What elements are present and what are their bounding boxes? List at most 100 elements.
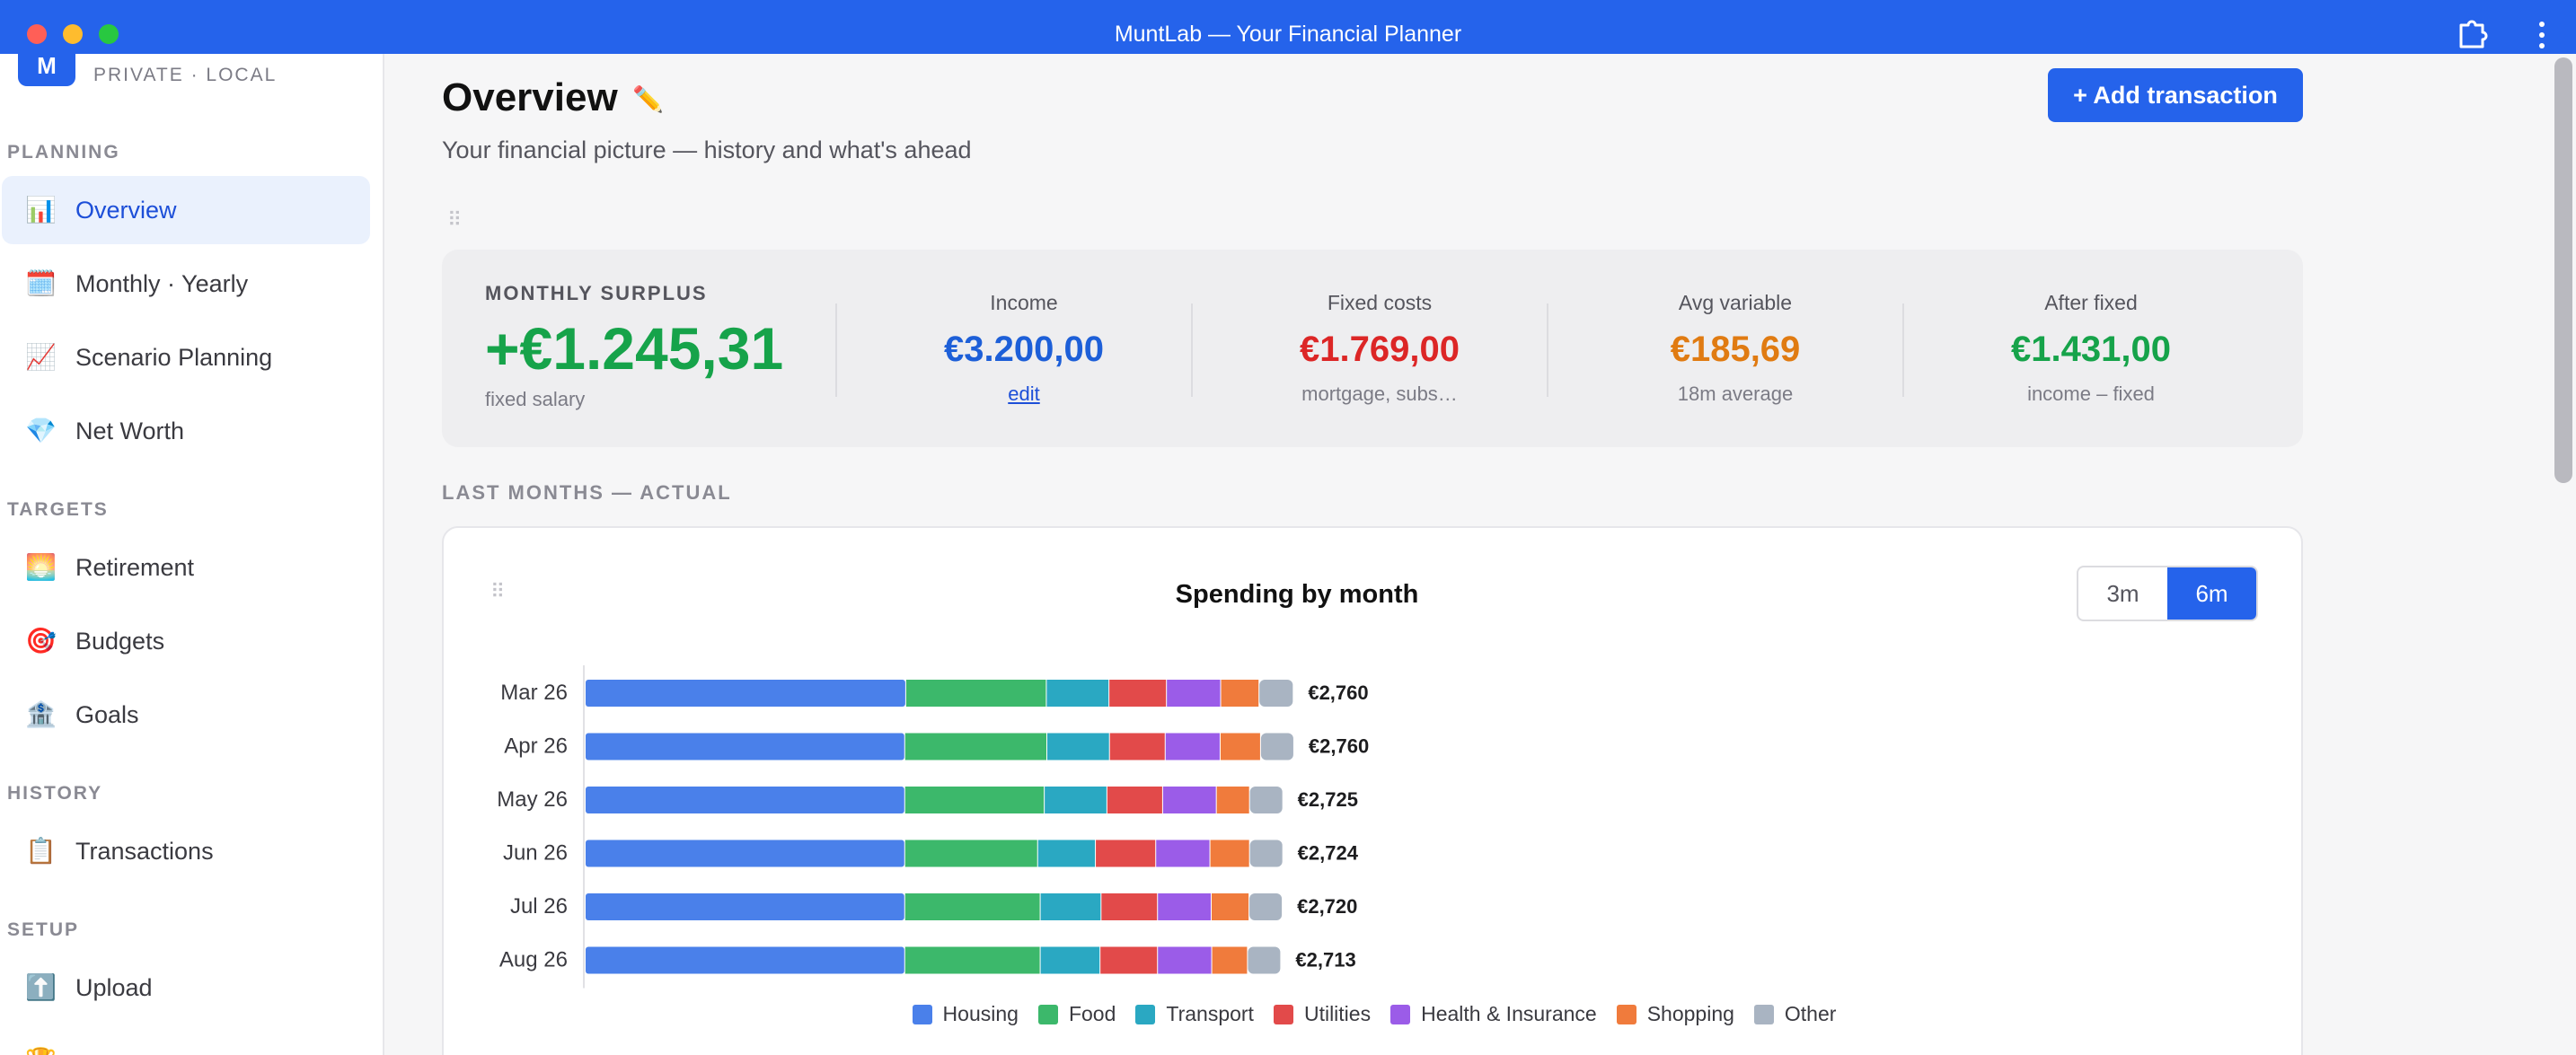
bar-segment: [1040, 893, 1101, 920]
edit-income-link[interactable]: edit: [846, 382, 1202, 406]
fixed-costs-value: €1.769,00: [1300, 330, 1460, 369]
legend-label: Utilities: [1303, 1002, 1372, 1025]
legend-swatch: [1390, 1004, 1411, 1024]
sidebar: M PRIVATE · LOCAL PLANNING 📊 Overview 🗓️…: [0, 54, 384, 1055]
add-transaction-button[interactable]: + Add transaction: [2048, 68, 2303, 122]
legend-item: Shopping: [1616, 1002, 1734, 1026]
app-logo: M: [18, 54, 75, 86]
y-tick-label: Aug 26: [499, 948, 568, 972]
page-subtitle: Your financial picture — history and wha…: [442, 136, 972, 163]
legend-label: Housing: [942, 1002, 1019, 1025]
summary-fixed-costs: Fixed costs €1.769,00 mortgage, subs…: [1202, 291, 1557, 406]
sidebar-item-partial[interactable]: 🏆: [2, 1027, 370, 1055]
range-toggle: 3m 6m: [2077, 566, 2258, 621]
bar-segment: [1249, 893, 1283, 920]
divider: [1547, 303, 1548, 397]
after-fixed-value: €1.431,00: [2011, 330, 2171, 369]
after-fixed-note: income – fixed: [2027, 382, 2155, 405]
bar-total-label: €2,720: [1297, 895, 1357, 918]
scrollbar-thumb[interactable]: [2554, 57, 2572, 483]
extension-icon[interactable]: [2456, 18, 2488, 50]
bar-segment: [904, 893, 1040, 920]
bar-segment: [1045, 787, 1107, 813]
section-label-setup: SETUP: [7, 919, 80, 940]
divider: [835, 303, 837, 397]
bar-segment: [1260, 733, 1293, 760]
section-label-history: HISTORY: [7, 783, 103, 804]
sidebar-item-net-worth[interactable]: 💎 Net Worth: [2, 397, 370, 465]
sunrise-icon: 🌅: [25, 553, 57, 581]
y-tick-label: Jun 26: [503, 841, 568, 866]
bar-segment: [1221, 680, 1259, 707]
income-value: €3.200,00: [944, 330, 1104, 369]
bar-segment: [905, 680, 1046, 707]
range-3m-button[interactable]: 3m: [2078, 567, 2167, 620]
section-label-planning: PLANNING: [7, 142, 120, 163]
drag-handle-icon[interactable]: ⠿: [447, 208, 462, 232]
sidebar-item-retirement[interactable]: 🌅 Retirement: [2, 533, 370, 602]
bar-segment: [1107, 787, 1162, 813]
sidebar-item-label: Retirement: [75, 553, 195, 581]
legend-item: Transport: [1135, 1002, 1254, 1026]
income-label: Income: [990, 291, 1058, 314]
summary-avg-variable: Avg variable €185,69 18m average: [1557, 291, 1913, 406]
bar-segment: [1040, 946, 1100, 974]
bar-segment: [1259, 680, 1293, 707]
legend-swatch: [1753, 1004, 1774, 1024]
surplus-value: +€1.245,31: [485, 315, 784, 382]
trophy-icon: 🏆: [25, 1047, 57, 1055]
bank-icon: 🏦: [25, 700, 57, 728]
bar-segment: [904, 787, 1045, 813]
y-tick-label: Mar 26: [500, 681, 568, 705]
clipboard-icon: 📋: [25, 837, 57, 865]
bar-total-label: €2,760: [1309, 735, 1369, 758]
legend-label: Shopping: [1646, 1002, 1734, 1025]
spending-chart-card: Mar 26 €2,760 Apr 26 €2,760 May 26 €2,725 Jun …: [442, 526, 2303, 1055]
legend-label: Transport: [1166, 1002, 1254, 1025]
chart-title: Spending by month: [1175, 580, 1419, 609]
summary-panel: MONTHLY SURPLUS +€1.245,31 fixed salary …: [442, 250, 2303, 447]
bar-segment: [1046, 680, 1109, 707]
sidebar-item-budgets[interactable]: 🎯 Budgets: [2, 607, 370, 675]
sidebar-item-upload[interactable]: ⬆️ Upload: [2, 954, 370, 1022]
legend-swatch: [1135, 1004, 1156, 1024]
legend-swatch: [1616, 1004, 1636, 1024]
bar-segment: [904, 840, 1037, 867]
bar-segment: [1167, 680, 1221, 707]
bar-segment: [586, 787, 904, 813]
legend-swatch: [1037, 1004, 1058, 1024]
bar-chart-icon: 📊: [25, 196, 57, 224]
legend-label: Health & Insurance: [1421, 1002, 1597, 1025]
target-icon: 🎯: [25, 627, 57, 655]
sidebar-item-overview[interactable]: 📊 Overview: [2, 176, 370, 244]
legend-item: Utilities: [1273, 1002, 1372, 1026]
bar-segment: [1211, 893, 1249, 920]
sidebar-item-label: Net Worth: [75, 417, 185, 444]
bar-segment: [904, 733, 1046, 760]
bar-segment: [1109, 733, 1165, 760]
more-menu-icon[interactable]: [2533, 20, 2551, 50]
bar-segment: [1249, 840, 1283, 867]
range-6m-button[interactable]: 6m: [2167, 567, 2256, 620]
y-tick-label: Apr 26: [504, 734, 568, 759]
bar-segment: [1165, 733, 1220, 760]
sidebar-item-label: Scenario Planning: [75, 343, 273, 371]
main-content: Overview ✏️ Your financial picture — his…: [386, 54, 2551, 1055]
section-label-targets: TARGETS: [7, 499, 109, 520]
bar-segment: [1220, 733, 1260, 760]
bar-segment: [1249, 787, 1283, 813]
fixed-costs-note: mortgage, subs…: [1301, 382, 1458, 405]
bar-segment: [904, 946, 1040, 974]
sidebar-item-scenario-planning[interactable]: 📈 Scenario Planning: [2, 323, 370, 391]
brand-subtitle: PRIVATE · LOCAL: [93, 65, 278, 85]
bar-total-label: €2,760: [1308, 681, 1368, 704]
sidebar-item-label: Overview: [75, 196, 177, 224]
sidebar-item-monthly-yearly[interactable]: 🗓️ Monthly · Yearly: [2, 250, 370, 318]
pencil-icon[interactable]: ✏️: [632, 84, 664, 114]
bar-segment: [1109, 680, 1167, 707]
bar-segment: [1212, 946, 1248, 974]
sidebar-item-label: Budgets: [75, 627, 165, 655]
sidebar-item-transactions[interactable]: 📋 Transactions: [2, 817, 370, 885]
bar-segment: [1101, 893, 1158, 920]
sidebar-item-goals[interactable]: 🏦 Goals: [2, 681, 370, 749]
